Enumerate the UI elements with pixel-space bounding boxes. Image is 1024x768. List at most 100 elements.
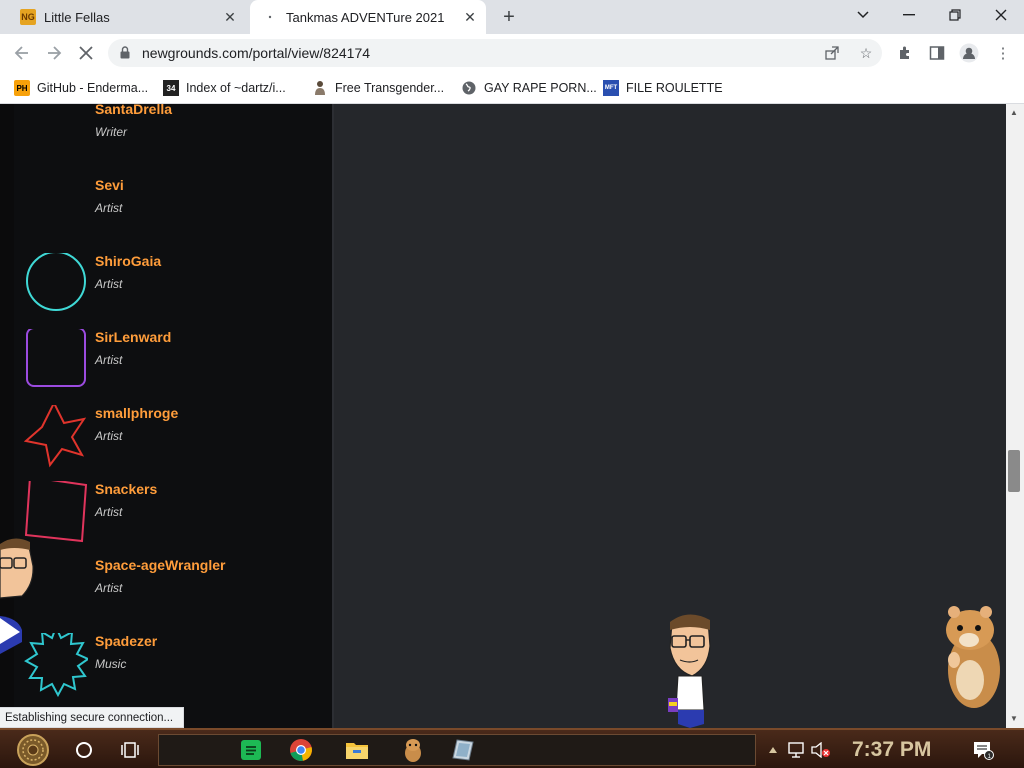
spotify-icon[interactable]	[234, 734, 268, 766]
restore-button[interactable]	[940, 2, 970, 28]
hank-hill-sticker-left-icon	[0, 538, 34, 654]
close-icon	[995, 9, 1007, 21]
credit-name[interactable]: Sevi	[95, 177, 124, 193]
notification-center-icon[interactable]: 1	[968, 734, 998, 766]
menu-kebab-icon[interactable]: ⋮	[992, 42, 1014, 64]
bookmark-free-transgender[interactable]: Free Transgender...	[312, 77, 444, 99]
tab-strip: NG Little Fellas ✕ Tankmas ADVENTure 202…	[0, 0, 1024, 34]
share-icon[interactable]	[822, 43, 842, 63]
credit-item[interactable]: Spadezer Music	[14, 633, 334, 709]
minimize-button[interactable]	[894, 2, 924, 28]
task-view-icon[interactable]	[116, 734, 144, 766]
hank-hill-character-icon	[668, 614, 711, 728]
credit-name[interactable]: SirLenward	[95, 329, 171, 345]
credit-item[interactable]: Snackers Artist	[14, 481, 334, 557]
network-icon[interactable]	[786, 734, 808, 766]
bookmark-file-roulette[interactable]: MFT FILE ROULETTE	[603, 77, 723, 99]
credit-role: Writer	[95, 125, 127, 139]
status-bubble: Establishing secure connection...	[0, 707, 185, 728]
scrollbar-thumb[interactable]	[1008, 450, 1020, 492]
stop-loading-button[interactable]	[74, 41, 98, 65]
newgrounds-favicon-icon: NG	[20, 9, 36, 25]
back-arrow-icon	[14, 46, 28, 60]
close-window-button[interactable]	[986, 2, 1016, 28]
hamster-icon[interactable]	[396, 734, 430, 766]
globe-icon	[461, 80, 477, 96]
credit-item[interactable]: Space-ageWrangler Artist	[14, 557, 334, 633]
side-panel-icon[interactable]	[926, 42, 948, 64]
bookmark-label: Free Transgender...	[335, 81, 445, 95]
chrome-icon[interactable]	[284, 734, 318, 766]
stop-icon	[79, 46, 93, 60]
credit-role: Artist	[95, 505, 123, 519]
mft-icon: MFT	[603, 80, 619, 96]
start-orb-icon[interactable]	[10, 734, 56, 766]
credit-name[interactable]: Space-ageWrangler	[95, 557, 225, 573]
bookmark-index-of[interactable]: 34 Index of ~dartz/i...	[163, 77, 286, 99]
close-tab-icon[interactable]: ✕	[220, 7, 240, 27]
restore-icon	[949, 9, 961, 21]
page-scrollbar[interactable]: ▲ ▼	[1006, 104, 1024, 728]
credit-name[interactable]: Spadezer	[95, 633, 157, 649]
figure-icon	[312, 80, 328, 96]
dancing-hamster-icon	[946, 606, 1000, 708]
credit-role: Artist	[95, 429, 123, 443]
close-tab-icon[interactable]: ✕	[460, 7, 480, 27]
windows-taskbar: 7:37 PM 1	[0, 728, 1024, 768]
extensions-icon[interactable]	[894, 42, 916, 64]
forward-arrow-icon	[48, 46, 62, 60]
credit-item[interactable]: ShiroGaia Artist	[14, 253, 334, 329]
credit-name[interactable]: ShiroGaia	[95, 253, 161, 269]
tab-search-button[interactable]	[848, 2, 878, 28]
scroll-up-arrow-icon[interactable]: ▲	[1010, 108, 1018, 117]
browser-toolbar: newgrounds.com/portal/view/824174 ☆ ⋮	[0, 34, 1024, 72]
tray-overflow-icon[interactable]	[766, 734, 780, 766]
credit-name[interactable]: Snackers	[95, 481, 157, 497]
star-shape-icon	[24, 405, 87, 468]
index-34-icon: 34	[163, 80, 179, 96]
rounded-square-shape-icon	[26, 329, 86, 387]
bookmark-star-icon[interactable]: ☆	[856, 43, 876, 63]
minimize-icon	[903, 14, 915, 16]
bookmark-label: GAY RAPE PORN...	[484, 81, 597, 95]
tab-little-fellas[interactable]: NG Little Fellas ✕	[8, 0, 246, 34]
credit-role: Music	[95, 657, 127, 671]
tab-tankmas[interactable]: Tankmas ADVENTure 2021 ✕	[250, 0, 486, 34]
loading-favicon-icon	[262, 9, 278, 25]
scroll-down-arrow-icon[interactable]: ▼	[1010, 714, 1018, 723]
bookmark-label: Index of ~dartz/i...	[186, 81, 286, 95]
credit-item[interactable]: smallphroge Artist	[14, 405, 334, 481]
bookmarks-bar: PH GitHub - Enderma... 34 Index of ~dart…	[0, 72, 1024, 104]
credit-name[interactable]: SantaDrella	[95, 104, 172, 117]
lock-icon[interactable]	[120, 46, 130, 59]
chevron-down-icon	[857, 11, 869, 19]
back-button[interactable]	[10, 41, 34, 65]
credit-item[interactable]: Sevi Artist	[14, 177, 334, 253]
new-tab-button[interactable]: +	[498, 6, 520, 28]
file-explorer-icon[interactable]	[340, 734, 374, 766]
forward-button[interactable]	[42, 41, 66, 65]
credit-name[interactable]: smallphroge	[95, 405, 178, 421]
circle-shape-icon	[26, 253, 86, 311]
page-content: SantaDrella Writer Sevi Artist ShiroGaia…	[0, 104, 1024, 728]
tab-title: Little Fellas	[44, 9, 110, 25]
tablet-icon[interactable]	[446, 734, 480, 766]
cortana-icon[interactable]	[70, 734, 98, 766]
credit-role: Artist	[95, 581, 123, 595]
url-text[interactable]: newgrounds.com/portal/view/824174	[142, 45, 370, 61]
address-bar[interactable]: newgrounds.com/portal/view/824174 ☆	[108, 39, 882, 67]
credit-role: Artist	[95, 277, 123, 291]
credit-item[interactable]: SantaDrella Writer	[14, 104, 334, 177]
credit-item[interactable]: SirLenward Artist	[14, 329, 334, 405]
credits-list: SantaDrella Writer Sevi Artist ShiroGaia…	[14, 104, 334, 728]
ph-icon: PH	[14, 80, 30, 96]
bookmark-label: GitHub - Enderma...	[37, 81, 149, 95]
bookmark-github[interactable]: PH GitHub - Enderma...	[14, 77, 148, 99]
bookmark-label: FILE ROULETTE	[626, 81, 723, 95]
credit-role: Artist	[95, 353, 123, 367]
tab-title: Tankmas ADVENTure 2021	[286, 9, 445, 25]
volume-muted-icon[interactable]	[810, 734, 832, 766]
profile-avatar-icon[interactable]	[958, 42, 980, 64]
bookmark-gay-rape[interactable]: GAY RAPE PORN...	[461, 77, 597, 99]
taskbar-clock[interactable]: 7:37 PM	[852, 738, 931, 762]
